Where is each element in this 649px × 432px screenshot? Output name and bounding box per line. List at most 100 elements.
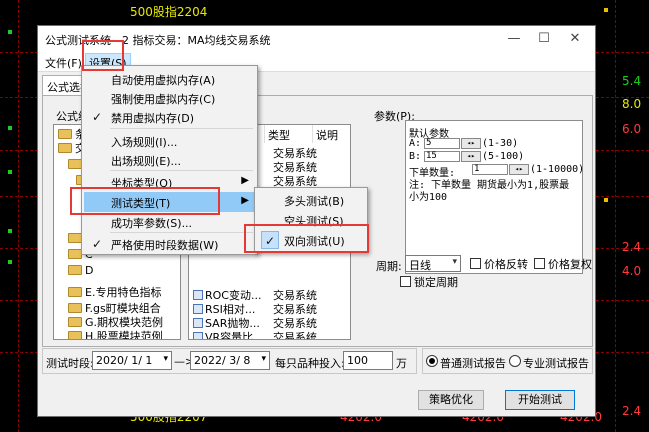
param-a-input[interactable]: 5 [424, 138, 460, 149]
start-test-button[interactable]: 开始测试 [505, 390, 575, 410]
highlight-box-test-type [70, 187, 220, 215]
chart-mark [604, 8, 608, 12]
lot-size-range: (1-10000) [530, 164, 585, 175]
list-row-type: 交易系统 [273, 331, 317, 340]
lock-period-label: 锁定周期 [414, 276, 458, 289]
list-row-type: 交易系统 [273, 303, 317, 316]
chart-value: 4.0 [622, 264, 642, 278]
maximize-button[interactable]: ☐ [530, 29, 558, 49]
lot-size-spinner[interactable]: ◂▸ [509, 164, 529, 175]
chart-value: 2.4 [622, 240, 642, 254]
list-row[interactable]: 交易系统 [273, 173, 317, 188]
menu-item-success-params[interactable]: 成功率参数(S)... [84, 212, 255, 232]
menu-item-force-vmem[interactable]: 强制使用虚拟内存(C) [84, 88, 255, 108]
tree-item[interactable]: H.股票模块范例 [68, 329, 163, 339]
folder-icon [58, 143, 72, 153]
formula-icon [193, 332, 203, 339]
grid-line [18, 0, 19, 432]
list-row-type: 交易系统 [273, 289, 317, 302]
menu-file[interactable]: 文件(F) [45, 55, 82, 71]
params-note-cont: 小为100 [409, 192, 448, 203]
param-b-input[interactable]: 15 [424, 151, 460, 162]
list-row[interactable]: VR容量比... [193, 329, 264, 339]
chevron-down-icon: ▾ [163, 354, 168, 364]
grid-line [615, 0, 616, 432]
end-date-picker[interactable]: 2022/ 3/ 8 ▾ [190, 351, 270, 370]
price-flip-checkbox[interactable] [470, 258, 481, 269]
list-row[interactable]: ROC变动... [193, 287, 261, 302]
menu-separator [110, 170, 253, 171]
formula-icon [193, 304, 203, 314]
tree-item[interactable]: F.gs町模块组合 [68, 301, 161, 315]
per-stock-label: 每只品种投入: [275, 357, 345, 370]
chart-value: 2.4 [622, 404, 642, 418]
report-normal-radio[interactable] [426, 355, 438, 367]
price-flip-label: 价格反转 [484, 258, 528, 271]
start-date-picker[interactable]: 2020/ 1/ 1 ▾ [92, 351, 172, 370]
menu-item-entry-rules[interactable]: 入场规则(I)... [84, 131, 255, 151]
menu-item-long-test[interactable]: 多头测试(B) [257, 190, 365, 210]
menu-separator [110, 232, 253, 233]
param-b-label: B: [409, 151, 422, 162]
chart-mark [604, 198, 608, 202]
list-row[interactable]: SAR抛物... [193, 315, 260, 330]
menu-item-strict-period[interactable]: ✓ 严格使用时段数据(W) [84, 234, 255, 254]
report-normal-label: 普通测试报告 [440, 357, 506, 370]
list-row[interactable]: 交易系统 [273, 145, 317, 160]
chart-mark [8, 260, 12, 264]
chevron-down-icon: ▾ [261, 354, 266, 364]
tree-item[interactable]: D [68, 263, 93, 277]
list-row-type: 交易系统 [273, 317, 317, 330]
minimize-button[interactable]: — [500, 29, 528, 49]
param-a-spinner[interactable]: ◂▸ [461, 138, 481, 149]
window-title: 公式测试系统 - 2 指标交易：MA均线交易系统 [45, 34, 271, 47]
tree-item[interactable]: G.期权模块范例 [68, 315, 163, 329]
strategy-optimize-button[interactable]: 策略优化 [418, 390, 484, 410]
param-b-range: (5-100) [482, 151, 525, 162]
list-row[interactable]: 交易系统 [273, 159, 317, 174]
list-row[interactable]: RSI相对... [193, 301, 255, 316]
chart-top-label: 500股指2204 [130, 5, 208, 19]
param-a-range: (1-30) [482, 138, 519, 149]
folder-icon [58, 129, 72, 139]
folder-icon [68, 303, 82, 313]
formula-icon [193, 290, 203, 300]
param-a-label: A: [409, 138, 422, 149]
period-label: 周期: [376, 260, 402, 273]
param-b-spinner[interactable]: ◂▸ [461, 151, 481, 162]
close-button[interactable]: ✕ [561, 29, 589, 49]
price-restore-checkbox[interactable] [534, 258, 545, 269]
menu-separator [110, 128, 253, 129]
formula-icon [193, 318, 203, 328]
check-icon: ✓ [91, 110, 103, 124]
chart-mark [8, 229, 12, 233]
menu-item-exit-rules[interactable]: 出场规则(E)... [84, 150, 255, 170]
folder-icon [68, 317, 82, 327]
settings-menu: 自动使用虚拟内存(A) 强制使用虚拟内存(C) ✓ 禁用虚拟内存(D) 入场规则… [81, 65, 258, 255]
folder-icon [68, 265, 82, 275]
chart-mark [8, 30, 12, 34]
price-restore-label: 价格复权 [548, 258, 592, 271]
lot-size-input[interactable]: 1 [472, 164, 508, 175]
amount-input[interactable]: 100 [343, 351, 393, 370]
report-pro-radio[interactable] [509, 355, 521, 367]
period-select[interactable]: 日线 ▾ [405, 255, 461, 272]
submenu-arrow-icon: ▶ [241, 175, 249, 186]
menu-item-auto-vmem[interactable]: 自动使用虚拟内存(A) [84, 69, 255, 89]
params-box: 默认参数 A: 5 ◂▸ (1-30) B: 15 ◂▸ (5-100) 下单数… [405, 120, 585, 274]
chart-mark [8, 170, 12, 174]
submenu-arrow-icon: ▶ [241, 195, 249, 206]
chart-value: 5.4 [622, 74, 642, 88]
chart-mark [8, 126, 12, 130]
list-header-type[interactable]: 类型 [265, 125, 313, 143]
folder-icon [68, 287, 82, 297]
tree-item[interactable]: E.专用特色指标 [68, 285, 161, 299]
chart-value: 6.0 [622, 122, 642, 136]
list-header-desc[interactable]: 说明 [313, 125, 350, 143]
report-pro-label: 专业测试报告 [523, 357, 589, 370]
folder-icon [68, 233, 82, 243]
lock-period-checkbox[interactable] [400, 276, 411, 287]
folder-icon [68, 331, 82, 339]
menu-item-disable-vmem[interactable]: ✓ 禁用虚拟内存(D) [84, 107, 255, 127]
highlight-box-both-test [244, 224, 369, 253]
